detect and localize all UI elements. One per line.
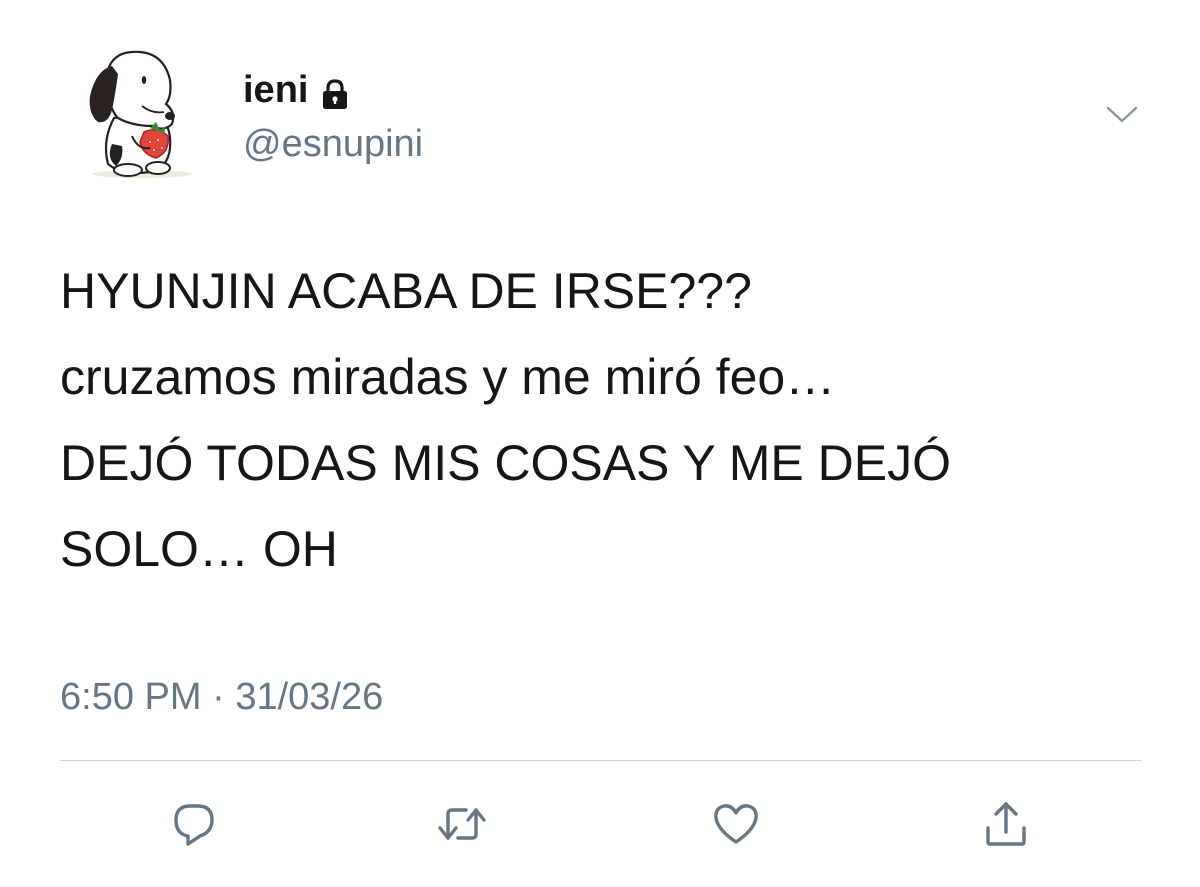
like-icon [714,804,758,844]
tweet-timestamp[interactable]: 6:50 PM · 31/03/26 [60,672,383,722]
display-name-row: ieni [243,66,350,114]
tweet-line: SOLO… OH [60,521,338,577]
reply-icon [174,804,214,846]
display-name[interactable]: ieni [243,66,308,114]
retweet-icon [438,808,486,840]
like-button[interactable] [706,796,766,852]
user-handle[interactable]: @esnupini [243,120,423,168]
retweet-button[interactable] [432,796,492,852]
share-icon [986,802,1026,846]
divider [60,760,1142,761]
tweet-date: 31/03/26 [235,676,384,718]
tweet-line: HYUNJIN ACABA DE IRSE??? [60,263,752,319]
avatar[interactable] [72,40,202,180]
tweet-line: DEJÓ TODAS MIS COSAS Y ME DEJÓ [60,435,951,491]
chevron-down-icon[interactable] [1102,102,1142,126]
tweet-text: HYUNJIN ACABA DE IRSE??? cruzamos mirada… [60,248,1150,592]
snoopy-avatar [89,50,192,178]
tweet-time: 6:50 PM [60,676,202,718]
timestamp-separator: · [212,676,225,718]
tweet-line: cruzamos miradas y me miró feo… [60,349,836,405]
lock-icon [320,74,350,109]
reply-button[interactable] [164,796,224,852]
share-button[interactable] [976,796,1036,852]
